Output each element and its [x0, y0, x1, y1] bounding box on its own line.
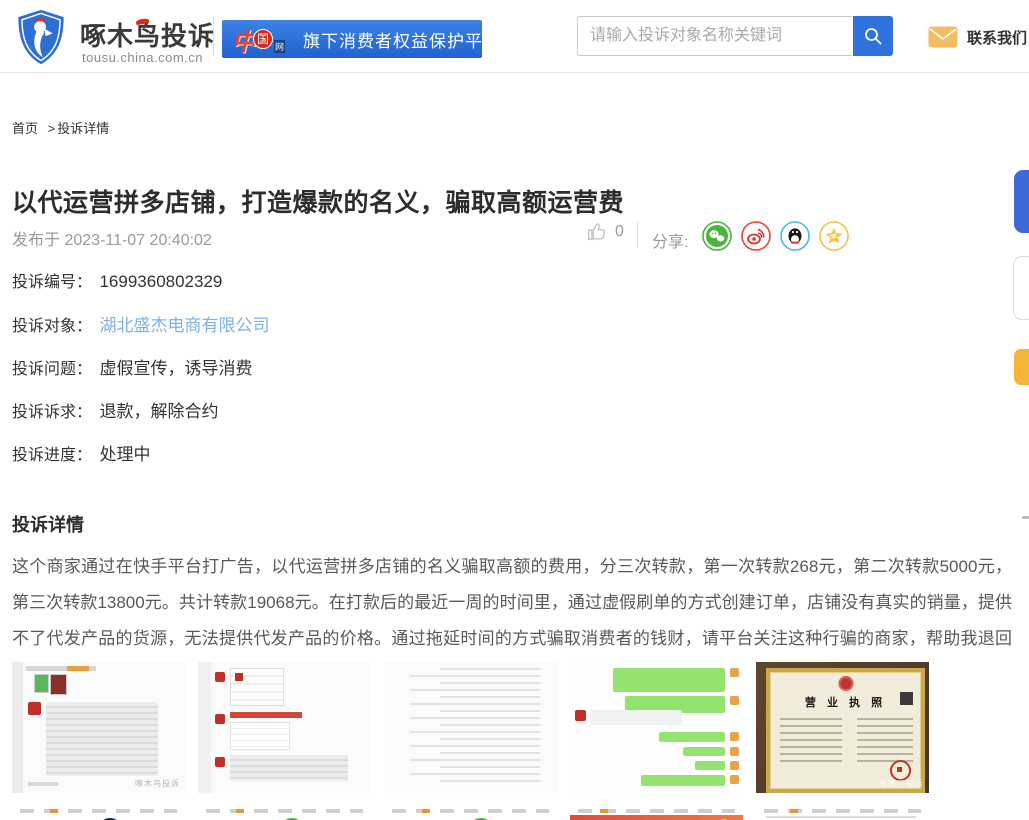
breadcrumb: 首页 >投诉详情: [12, 118, 109, 137]
complaint-detail-page: 啄木鸟投诉 tousu.china.com.cn 中 国 网 旗下消费者权益保护…: [0, 0, 1029, 820]
wechat-share-icon[interactable]: [702, 221, 732, 251]
attachment-thumbnail-wechat[interactable]: [570, 662, 743, 793]
breadcrumb-home[interactable]: 首页: [12, 121, 38, 136]
detail-heading: 投诉详情: [12, 511, 84, 537]
contact-us-link[interactable]: 联系我们：t: [928, 26, 1029, 48]
envelope-icon: [928, 26, 958, 48]
star-share-icon[interactable]: [819, 221, 849, 251]
attachment-thumbnail-chat-2[interactable]: [198, 662, 371, 793]
china-net-logo: 中 国 网: [222, 22, 291, 57]
like-count: 0: [615, 223, 624, 241]
attachment-thumbnail-9[interactable]: [570, 806, 743, 820]
complaint-issue-value: 虚假宣传，诱导消费: [99, 359, 252, 378]
attachment-thumbnail-6[interactable]: [12, 806, 185, 820]
attachment-thumbnail-7[interactable]: [198, 806, 371, 820]
header: 啄木鸟投诉 tousu.china.com.cn 中 国 网 旗下消费者权益保护…: [0, 0, 1029, 73]
complaint-status-value: 处理中: [99, 445, 150, 464]
watermark: 啄木鸟投诉: [135, 778, 180, 789]
field-complaint-status: 投诉进度： 处理中: [12, 440, 150, 465]
complaint-number-value: 1699360802329: [99, 272, 222, 291]
floating-widget-dash: [1022, 516, 1029, 519]
field-complaint-target: 投诉对象： 湖北盛杰电商有限公司: [12, 311, 269, 336]
contact-label: 联系我们：t: [967, 27, 1029, 48]
meta-divider: [637, 222, 638, 248]
search-button[interactable]: [853, 16, 893, 56]
badge-text: 旗下消费者权益保护平台: [303, 27, 482, 52]
complaint-target-link[interactable]: 湖北盛杰电商有限公司: [99, 316, 269, 335]
breadcrumb-current: 投诉详情: [57, 121, 109, 136]
site-url: tousu.china.com.cn: [82, 50, 203, 65]
search-input[interactable]: [577, 16, 852, 56]
floating-widget-white[interactable]: [1013, 256, 1029, 320]
floating-widget-yellow[interactable]: [1014, 349, 1029, 385]
published-date: 发布于 2023-11-07 20:40:02: [12, 226, 212, 250]
complaint-title: 以代运营拼多店铺，打造爆款的名义，骗取高额运营费: [12, 183, 624, 219]
breadcrumb-separator: >: [48, 121, 56, 136]
qr-code-icon: [900, 692, 913, 705]
thumbs-up-icon: [586, 221, 608, 243]
share-label: 分享:: [652, 228, 688, 252]
attachment-thumbnails: 啄木鸟投诉: [12, 662, 929, 793]
attachment-thumbnail-8[interactable]: [384, 806, 557, 820]
field-complaint-number: 投诉编号： 1699360802329: [12, 268, 222, 292]
field-complaint-issue: 投诉问题： 虚假宣传，诱导消费: [12, 354, 252, 379]
attachment-thumbnail-chat-1[interactable]: 啄木鸟投诉: [12, 662, 185, 793]
attachment-thumbnail-records[interactable]: [384, 662, 557, 793]
like-button[interactable]: 0: [586, 221, 624, 243]
attachment-thumbnail-10[interactable]: [756, 806, 929, 820]
qq-share-icon[interactable]: [780, 221, 810, 251]
weibo-share-icon[interactable]: [741, 221, 771, 251]
license-title: 营 业 执 照: [770, 694, 921, 710]
site-logo[interactable]: 啄木鸟投诉 tousu.china.com.cn: [12, 8, 212, 68]
complaint-demand-value: 退款，解除合约: [99, 402, 218, 421]
search-icon: [862, 25, 884, 47]
field-complaint-demand: 投诉诉求： 退款，解除合约: [12, 397, 218, 422]
china-net-badge: 中 国 网 旗下消费者权益保护平台: [222, 20, 482, 58]
header-divider: [213, 17, 214, 57]
attachment-thumbnail-business-license[interactable]: 营 业 执 照 啄木鸟投诉: [756, 662, 929, 793]
national-emblem-icon: [838, 676, 853, 691]
watermark: 啄木鸟投诉: [879, 778, 924, 789]
attachment-thumbnails-row2: [12, 806, 929, 820]
floating-widget-blue[interactable]: [1014, 170, 1029, 233]
share-icons: [702, 221, 849, 251]
woodpecker-shield-icon: [12, 8, 70, 66]
